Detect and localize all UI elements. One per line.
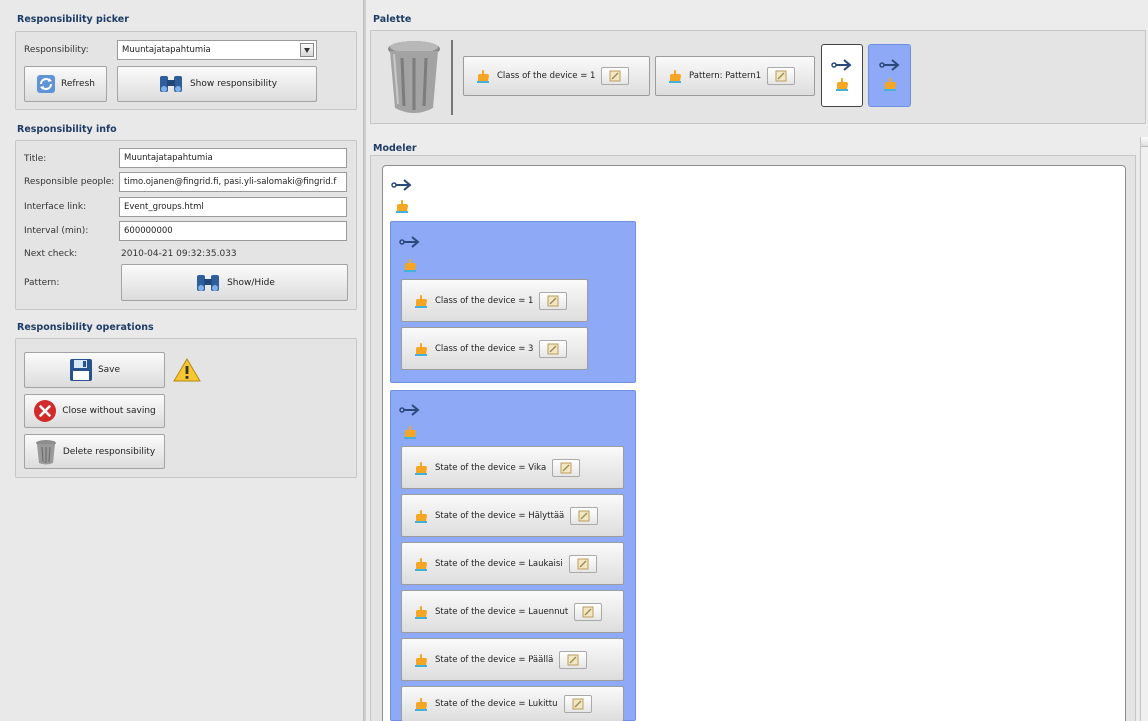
edit-icon[interactable] <box>568 554 597 573</box>
palette-item-label: Pattern: Pattern1 <box>689 71 762 81</box>
hand-icon <box>883 77 897 94</box>
link-field[interactable]: Event_groups.html <box>119 197 347 217</box>
edit-icon[interactable] <box>552 458 581 477</box>
title-field[interactable]: Muuntajatapahtumia <box>119 148 347 168</box>
condition-item[interactable]: State of the device = Lauennut <box>401 590 624 633</box>
close-without-saving-button[interactable]: Close without saving <box>24 394 165 428</box>
edit-icon[interactable] <box>539 291 568 310</box>
hand-icon <box>668 69 682 83</box>
binoculars-icon <box>194 273 222 293</box>
edit-icon[interactable] <box>539 339 568 358</box>
hand-icon <box>414 342 428 356</box>
condition-item[interactable]: State of the device = Laukaisi <box>401 542 624 585</box>
responsibility-label: Responsibility: <box>24 45 89 55</box>
condition-item[interactable]: State of the device = Päällä <box>401 638 624 681</box>
hand-icon <box>414 509 428 523</box>
next-check-value: 2010-04-21 09:32:35.033 <box>121 249 237 259</box>
show-responsibility-button[interactable]: Show responsibility <box>117 66 317 102</box>
responsibility-select-value: Muuntajatapahtumia <box>122 45 211 55</box>
binoculars-icon <box>157 74 185 94</box>
title-label: Title: <box>24 154 47 164</box>
hand-icon <box>403 425 417 442</box>
refresh-button[interactable]: Refresh <box>24 66 107 102</box>
edit-icon[interactable] <box>563 695 592 713</box>
hand-icon <box>414 605 428 619</box>
condition-label: State of the device = Päällä <box>435 654 554 665</box>
save-button[interactable]: Save <box>24 352 165 388</box>
close-without-saving-label: Close without saving <box>62 406 156 416</box>
people-label: Responsible people: <box>24 177 115 187</box>
condition-item[interactable]: State of the device = Vika <box>401 446 624 489</box>
info-title: Responsibility info <box>17 124 117 135</box>
interval-field[interactable]: 600000000 <box>119 221 347 241</box>
trash-icon[interactable] <box>384 38 444 119</box>
hand-icon <box>403 258 417 275</box>
show-hide-label: Show/Hide <box>227 277 275 288</box>
arrow-right-icon <box>878 58 901 75</box>
condition-label: Class of the device = 3 <box>435 343 534 354</box>
hand-icon <box>476 69 490 83</box>
vertical-scrollbar[interactable] <box>1140 137 1148 721</box>
condition-item[interactable]: State of the device = Lukittu <box>401 686 624 721</box>
condition-label: State of the device = Lauennut <box>435 606 569 617</box>
condition-label: State of the device = Laukaisi <box>435 558 563 569</box>
chevron-down-icon[interactable] <box>300 43 314 57</box>
responsibility-select[interactable]: Muuntajatapahtumia <box>117 40 317 60</box>
arrow-right-icon <box>391 178 413 195</box>
palette-group-operator[interactable] <box>868 44 911 107</box>
refresh-label: Refresh <box>61 79 95 89</box>
scroll-up-icon[interactable] <box>1141 137 1148 147</box>
palette-item-class[interactable]: Class of the device = 1 <box>463 56 650 96</box>
edit-icon[interactable] <box>601 67 630 85</box>
pattern-label: Pattern: <box>24 278 60 288</box>
arrow-right-icon <box>399 235 421 252</box>
refresh-icon <box>36 74 56 94</box>
hand-icon <box>414 557 428 571</box>
arrow-right-icon <box>399 403 421 420</box>
condition-label: State of the device = Vika <box>435 462 547 473</box>
condition-label: Class of the device = 1 <box>435 295 534 306</box>
hand-icon <box>414 653 428 667</box>
close-icon <box>33 399 57 423</box>
palette-item-label: Class of the device = 1 <box>497 71 596 81</box>
palette-divider <box>451 40 453 115</box>
warning-icon <box>173 358 201 385</box>
condition-item[interactable]: Class of the device = 3 <box>401 327 588 370</box>
people-field[interactable]: timo.ojanen@fingrid.fi, pasi.yli-salomak… <box>119 172 347 192</box>
arrow-right-icon <box>831 58 853 75</box>
edit-icon[interactable] <box>570 506 599 525</box>
edit-icon[interactable] <box>559 650 588 669</box>
condition-label: State of the device = Hälyttää <box>435 510 565 521</box>
interval-label: Interval (min): <box>24 226 89 236</box>
edit-icon[interactable] <box>767 67 796 85</box>
palette-item-pattern[interactable]: Pattern: Pattern1 <box>655 56 815 96</box>
ops-title: Responsibility operations <box>17 322 154 333</box>
trash-icon <box>34 439 58 465</box>
delete-responsibility-button[interactable]: Delete responsibility <box>24 434 165 469</box>
palette-sequence-operator[interactable] <box>821 44 863 107</box>
next-check-label: Next check: <box>24 249 78 259</box>
floppy-disk-icon <box>69 358 93 382</box>
delete-responsibility-label: Delete responsibility <box>62 446 156 457</box>
hand-icon <box>395 199 409 216</box>
hand-icon <box>835 77 849 94</box>
hand-icon <box>414 294 428 308</box>
hand-icon <box>414 697 428 711</box>
save-label: Save <box>97 365 121 375</box>
show-hide-button[interactable]: Show/Hide <box>121 264 348 301</box>
hand-icon <box>414 461 428 475</box>
palette-title: Palette <box>373 14 412 25</box>
modeler-title: Modeler <box>373 143 417 154</box>
condition-item[interactable]: Class of the device = 1 <box>401 279 588 322</box>
show-responsibility-label: Show responsibility <box>189 79 278 89</box>
condition-item[interactable]: State of the device = Hälyttää <box>401 494 624 537</box>
edit-icon[interactable] <box>574 602 603 621</box>
link-label: Interface link: <box>24 202 87 212</box>
picker-title: Responsibility picker <box>17 14 129 25</box>
condition-label: State of the device = Lukittu <box>435 699 558 709</box>
